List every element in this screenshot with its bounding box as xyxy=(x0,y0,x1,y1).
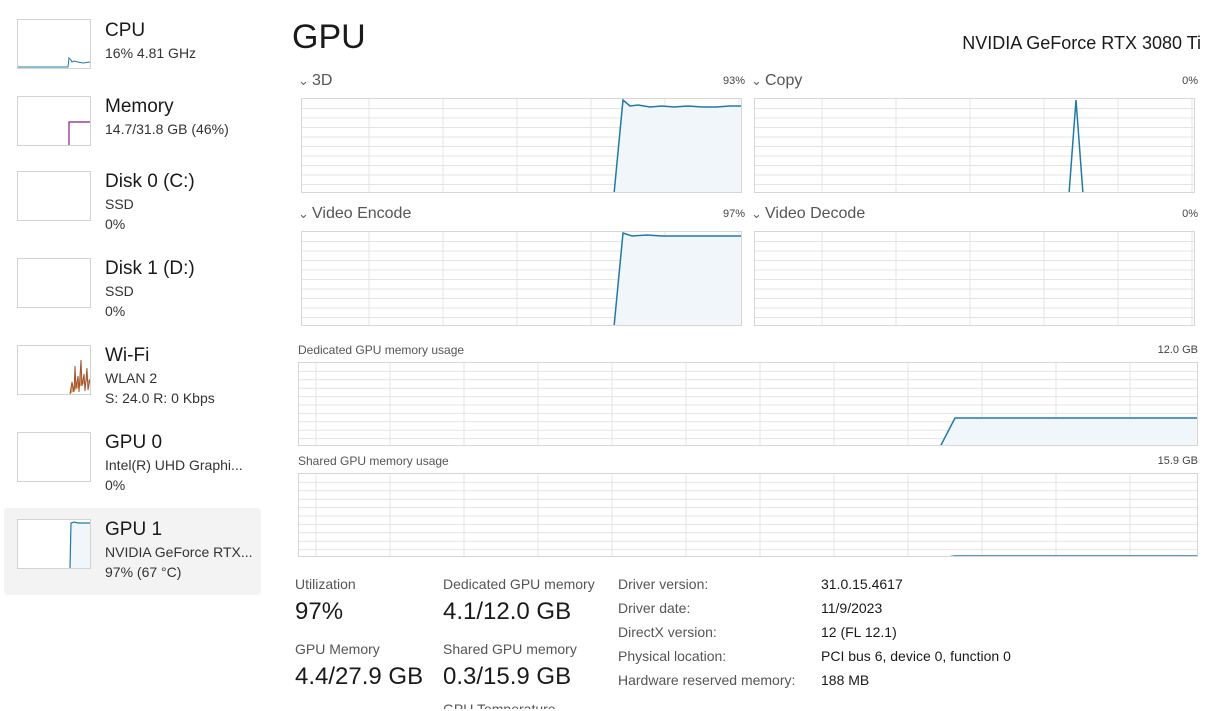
chevron-down-icon: ⌄ xyxy=(298,206,309,221)
gpu-temperature-label: GPU Temperature xyxy=(443,701,556,711)
disk1-thumbnail-graph xyxy=(17,258,91,308)
utilization-value: 97% xyxy=(295,598,344,625)
wifi-graph xyxy=(69,359,90,394)
cpu-thumbnail-graph xyxy=(17,19,91,69)
engine-percent: 0% xyxy=(1182,75,1198,87)
sidebar-item-detail: WLAN 2 xyxy=(105,370,158,386)
chart-3d-graph xyxy=(302,99,741,192)
shared-memory-chart-label: Shared GPU memory usage xyxy=(298,454,449,468)
dedicated-memory-value: 4.1/12.0 GB xyxy=(443,598,572,625)
gpu-memory-value: 4.4/27.9 GB xyxy=(295,663,424,690)
sidebar-item-disk1[interactable]: Disk 1 (D:) SSD 0% xyxy=(4,247,261,334)
sidebar-item-gpu0[interactable]: GPU 0 Intel(R) UHD Graphi... 0% xyxy=(4,421,261,508)
engine-percent: 0% xyxy=(1182,208,1198,220)
engine-percent: 97% xyxy=(722,208,745,220)
sidebar-item-title: GPU 1 xyxy=(105,519,163,540)
sidebar-item-disk0[interactable]: Disk 0 (C:) SSD 0% xyxy=(4,160,261,247)
chart-3d xyxy=(301,98,742,193)
chart-shared-memory-graph xyxy=(299,474,1197,556)
info-value: 31.0.15.4617 xyxy=(821,576,903,592)
info-value: PCI bus 6, device 0, function 0 xyxy=(821,648,1011,664)
info-key: DirectX version: xyxy=(618,624,717,640)
sidebar-item-memory[interactable]: Memory 14.7/31.8 GB (46%) xyxy=(4,84,261,171)
info-value: 188 MB xyxy=(821,672,870,688)
chart-video-encode xyxy=(301,231,742,326)
chart-copy xyxy=(754,98,1195,193)
wifi-thumbnail-graph xyxy=(17,345,91,395)
info-key: Driver version: xyxy=(618,576,709,592)
sidebar-item-usage: 97% (67 °C) xyxy=(105,564,182,580)
page-title: GPU xyxy=(292,18,366,56)
sidebar-item-gpu1[interactable]: GPU 1 NVIDIA GeForce RTX... 97% (67 °C) xyxy=(4,508,261,595)
gpu-memory-label: GPU Memory xyxy=(295,641,380,657)
sidebar-item-wifi[interactable]: Wi-Fi WLAN 2 S: 24.0 R: 0 Kbps xyxy=(4,334,261,421)
sidebar-item-title: Disk 1 (D:) xyxy=(105,258,195,279)
engine-name: Copy xyxy=(765,72,803,89)
engine-selector-copy[interactable]: ⌄ Copy xyxy=(751,72,802,90)
sidebar-item-title: Memory xyxy=(105,96,174,117)
sidebar-item-title: GPU 0 xyxy=(105,432,163,453)
sidebar-item-usage: 0% xyxy=(105,303,126,319)
engine-selector-video-decode[interactable]: ⌄ Video Decode xyxy=(751,205,865,223)
shared-memory-value: 0.3/15.9 GB xyxy=(443,663,572,690)
dedicated-memory-label: Dedicated GPU memory xyxy=(443,576,595,592)
gpu0-thumbnail-graph xyxy=(17,432,91,482)
gpu1-graph xyxy=(69,521,90,568)
sidebar-item-throughput: S: 24.0 R: 0 Kbps xyxy=(105,390,215,406)
engine-selector-3d[interactable]: ⌄ 3D xyxy=(298,72,332,90)
sidebar-item-title: CPU xyxy=(105,20,146,41)
chart-video-encode-graph xyxy=(302,232,741,325)
chart-dedicated-memory-graph xyxy=(299,363,1197,445)
disk0-thumbnail-graph xyxy=(17,171,91,221)
sidebar-item-detail: SSD xyxy=(105,196,134,212)
engine-selector-video-encode[interactable]: ⌄ Video Encode xyxy=(298,205,411,223)
chevron-down-icon: ⌄ xyxy=(298,73,309,88)
utilization-label: Utilization xyxy=(295,576,356,592)
info-key: Hardware reserved memory: xyxy=(618,672,796,688)
dedicated-memory-chart-max: 12.0 GB xyxy=(1157,344,1198,356)
sidebar-item-detail: NVIDIA GeForce RTX... xyxy=(105,544,253,560)
chart-dedicated-memory xyxy=(298,362,1198,446)
shared-memory-label: Shared GPU memory xyxy=(443,641,577,657)
dedicated-memory-chart-label: Dedicated GPU memory usage xyxy=(298,343,465,357)
sidebar-item-detail: Intel(R) UHD Graphi... xyxy=(105,457,243,473)
sidebar-item-title: Disk 0 (C:) xyxy=(105,171,195,192)
chart-shared-memory xyxy=(298,473,1198,557)
info-key: Driver date: xyxy=(618,600,691,616)
info-value: 11/9/2023 xyxy=(821,600,883,616)
info-key: Physical location: xyxy=(618,648,727,664)
sidebar-item-detail: SSD xyxy=(105,283,134,299)
sidebar-item-usage: 0% xyxy=(105,216,126,232)
engine-name: 3D xyxy=(312,72,333,89)
engine-percent: 93% xyxy=(722,75,745,87)
sidebar-item-cpu[interactable]: CPU 16% 4.81 GHz xyxy=(4,7,261,94)
chart-video-decode-graph xyxy=(755,232,1194,325)
sidebar-item-usage: 0% xyxy=(105,477,126,493)
chevron-down-icon: ⌄ xyxy=(751,206,762,221)
gpu1-thumbnail-graph xyxy=(17,519,91,569)
sidebar-item-title: Wi-Fi xyxy=(105,345,150,366)
shared-memory-chart-max: 15.9 GB xyxy=(1157,455,1198,467)
info-value: 12 (FL 12.1) xyxy=(821,624,897,640)
chart-copy-graph xyxy=(755,99,1194,192)
engine-name: Video Encode xyxy=(312,205,412,222)
sidebar-item-detail: 16% 4.81 GHz xyxy=(105,45,197,61)
sidebar-item-detail: 14.7/31.8 GB (46%) xyxy=(105,121,229,137)
chevron-down-icon: ⌄ xyxy=(751,73,762,88)
memory-thumbnail-graph xyxy=(17,96,91,146)
engine-name: Video Decode xyxy=(765,205,866,222)
sidebar: CPU 16% 4.81 GHz Memory 14.7/31.8 GB (46… xyxy=(0,0,262,711)
memory-graph xyxy=(68,121,90,145)
device-name: NVIDIA GeForce RTX 3080 Ti xyxy=(962,33,1201,53)
cpu-graph xyxy=(18,56,90,68)
chart-video-decode xyxy=(754,231,1195,326)
